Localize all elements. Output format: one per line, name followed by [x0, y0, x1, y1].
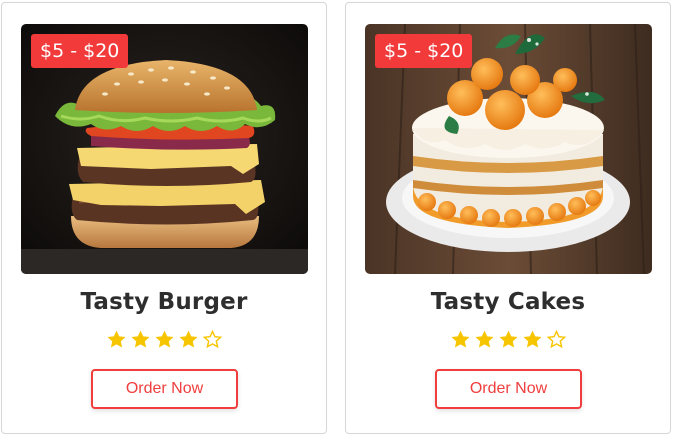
star-filled-icon: [178, 330, 198, 348]
star-filled-icon: [522, 330, 542, 348]
order-now-button[interactable]: Order Now: [435, 369, 582, 409]
product-card-burger: $5 - $20 Tasty Burger Order Now: [1, 2, 327, 434]
rating-stars: [2, 329, 326, 350]
star-empty-icon: [546, 329, 566, 349]
star-filled-icon: [474, 330, 494, 348]
product-title: Tasty Burger: [80, 289, 248, 315]
star-filled-icon: [130, 330, 150, 348]
burger-image[interactable]: $5 - $20: [21, 24, 308, 274]
product-title: Tasty Cakes: [430, 289, 586, 315]
price-badge: $5 - $20: [375, 34, 473, 68]
star-filled-icon: [450, 330, 470, 348]
price-badge: $5 - $20: [31, 34, 129, 68]
star-filled-icon: [154, 330, 174, 348]
star-filled-icon: [106, 330, 126, 348]
order-now-button[interactable]: Order Now: [91, 369, 238, 409]
product-card-cakes: $5 - $20 Tasty Cakes Order Now: [345, 2, 671, 434]
star-filled-icon: [498, 330, 518, 348]
cake-image[interactable]: $5 - $20: [365, 24, 652, 274]
star-empty-icon: [202, 329, 222, 349]
rating-stars: [346, 329, 670, 350]
